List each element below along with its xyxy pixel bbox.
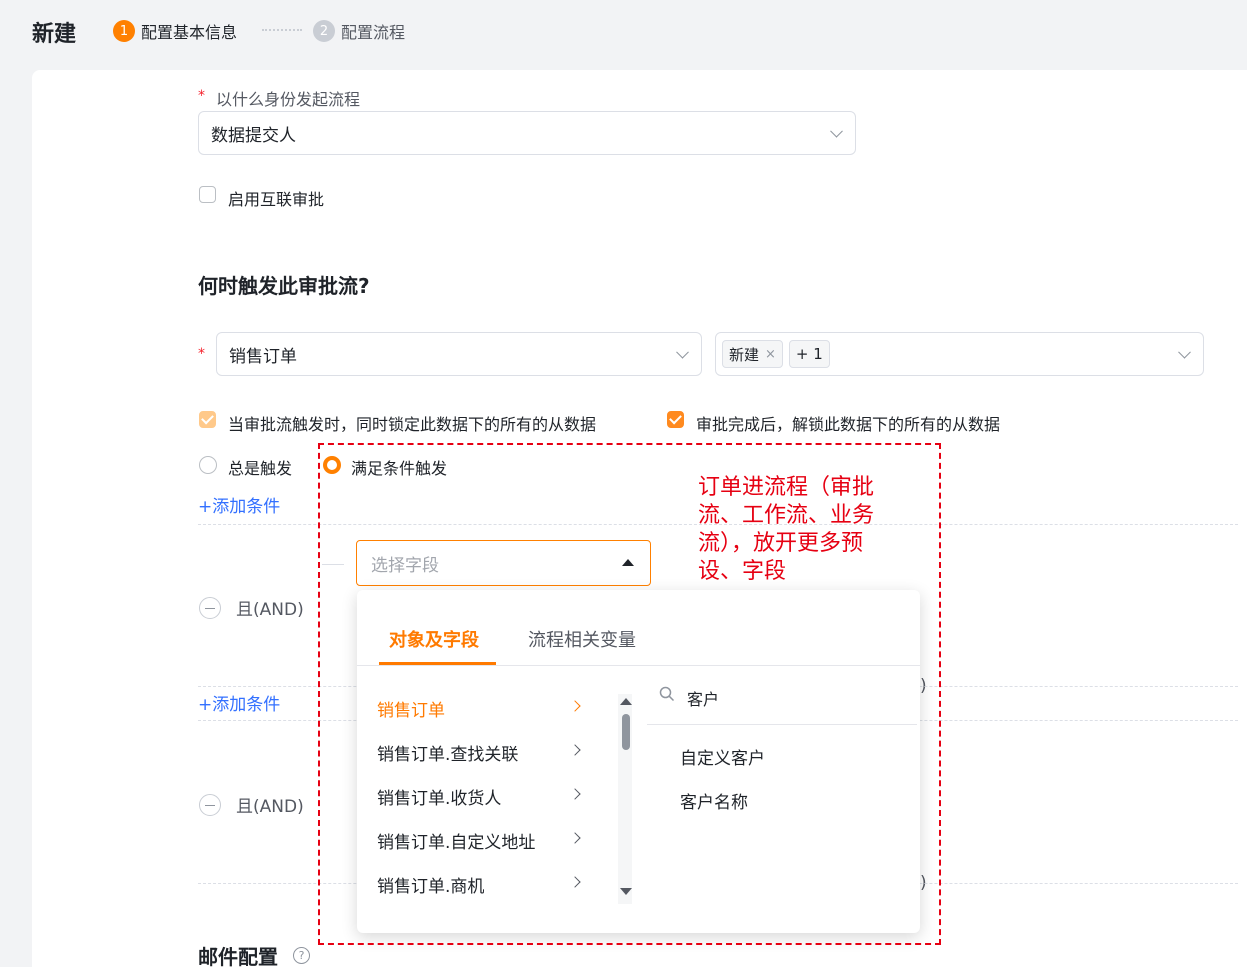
lock-subdata-checkbox[interactable] bbox=[199, 411, 216, 428]
required-mark: * bbox=[198, 88, 205, 104]
step-configure-flow[interactable]: 2 配置流程 bbox=[313, 19, 405, 43]
more-tags-count: + 1 bbox=[788, 340, 830, 368]
page-title: 新建 bbox=[32, 22, 77, 47]
interconnect-label: 启用互联审批 bbox=[228, 190, 325, 209]
add-condition-link[interactable]: +添加条件 bbox=[198, 492, 280, 517]
trigger-object-select[interactable]: 销售订单 bbox=[216, 332, 702, 376]
step-label: 配置流程 bbox=[341, 23, 406, 42]
interconnect-checkbox[interactable] bbox=[199, 186, 216, 203]
unlock-subdata-checkbox[interactable] bbox=[667, 411, 684, 428]
trigger-action-multiselect[interactable]: 新建 × + 1 bbox=[715, 332, 1204, 376]
email-config-title: 邮件配置 bbox=[198, 945, 278, 967]
chevron-down-icon bbox=[830, 124, 843, 138]
step-label: 配置基本信息 bbox=[141, 23, 238, 42]
help-icon[interactable]: ? bbox=[293, 947, 310, 964]
trigger-section-title: 何时触发此审批流? bbox=[198, 274, 370, 298]
step-connector bbox=[262, 29, 302, 31]
close-icon[interactable]: × bbox=[765, 347, 776, 362]
required-mark: * bbox=[198, 346, 205, 362]
annotation-text: 订单进流程（审批流、工作流、业务流），放开更多预设、字段 bbox=[698, 475, 875, 584]
and-label: 且(AND) bbox=[236, 600, 304, 620]
initiator-value: 数据提交人 bbox=[211, 125, 296, 146]
chevron-down-icon bbox=[676, 345, 689, 359]
always-trigger-label: 总是触发 bbox=[228, 459, 293, 478]
step-configure-basic-info[interactable]: 1 配置基本信息 bbox=[113, 19, 237, 43]
action-tag-label: 新建 bbox=[729, 345, 760, 364]
step-number: 1 bbox=[113, 20, 135, 42]
unlock-subdata-label: 审批完成后，解锁此数据下的所有的从数据 bbox=[696, 415, 1001, 434]
initiator-label: 以什么身份发起流程 bbox=[216, 90, 361, 109]
always-trigger-radio[interactable] bbox=[199, 456, 217, 474]
add-condition-link-2[interactable]: +添加条件 bbox=[198, 690, 280, 715]
initiator-select[interactable]: 数据提交人 bbox=[198, 111, 856, 155]
chevron-down-icon bbox=[1178, 345, 1191, 359]
trigger-object-value: 销售订单 bbox=[229, 346, 297, 367]
remove-group-icon[interactable] bbox=[199, 597, 221, 619]
step-number: 2 bbox=[313, 20, 335, 42]
and-label: 且(AND) bbox=[236, 797, 304, 817]
lock-subdata-label: 当审批流触发时，同时锁定此数据下的所有的从数据 bbox=[228, 415, 597, 434]
remove-group-icon[interactable] bbox=[199, 794, 221, 816]
action-tag: 新建 × bbox=[722, 340, 783, 368]
